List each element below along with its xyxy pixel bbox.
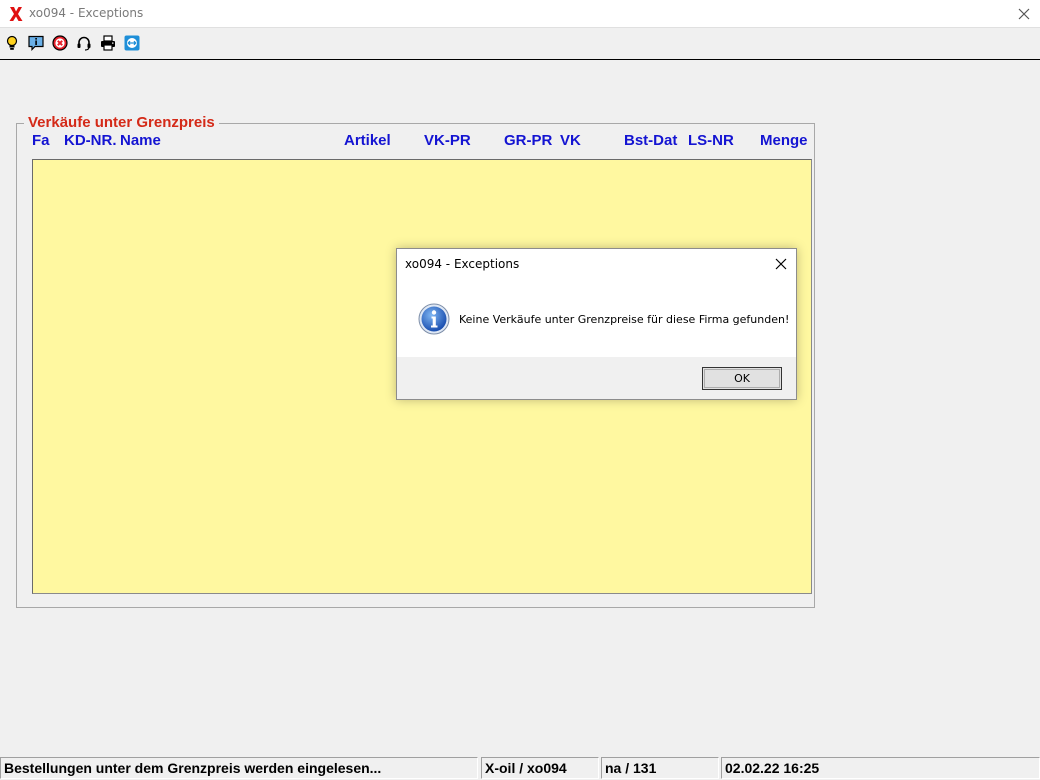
title-bar: xo094 - Exceptions bbox=[0, 0, 1040, 28]
dialog-title: xo094 - Exceptions bbox=[405, 257, 520, 271]
cancel-icon bbox=[52, 35, 68, 51]
column-header-name: Name bbox=[120, 132, 161, 149]
printer-icon bbox=[101, 35, 115, 51]
status-datetime: 02.02.22 16:25 bbox=[721, 757, 1040, 779]
lightbulb-icon bbox=[6, 35, 18, 50]
status-app: X-oil / xo094 bbox=[481, 757, 599, 779]
column-header-menge: Menge bbox=[760, 132, 808, 149]
column-header-ls-nr: LS-NR bbox=[688, 132, 734, 149]
group-title: Verkäufe unter Grenzpreis bbox=[24, 114, 219, 131]
close-icon bbox=[775, 258, 787, 270]
dialog-footer: OK bbox=[397, 357, 796, 399]
column-header-vk: VK bbox=[560, 132, 581, 149]
status-bar: Bestellungen unter dem Grenzpreis werden… bbox=[0, 756, 1040, 780]
cancel-button[interactable] bbox=[51, 34, 69, 52]
status-message: Bestellungen unter dem Grenzpreis werden… bbox=[0, 757, 478, 779]
close-icon bbox=[1018, 8, 1030, 20]
column-header-fa: Fa bbox=[32, 132, 50, 149]
support-button[interactable] bbox=[75, 34, 93, 52]
dialog-close-button[interactable] bbox=[771, 255, 791, 273]
lightbulb-button[interactable] bbox=[3, 34, 21, 52]
column-header-kd-nr: KD-NR. bbox=[64, 132, 117, 149]
headset-icon bbox=[77, 36, 91, 51]
info-message-icon bbox=[28, 35, 44, 51]
window-close-button[interactable] bbox=[1013, 3, 1035, 25]
status-user: na / 131 bbox=[601, 757, 719, 779]
info-message-button[interactable] bbox=[27, 34, 45, 52]
column-header-artikel: Artikel bbox=[344, 132, 391, 149]
ok-button[interactable]: OK bbox=[702, 367, 782, 390]
column-header-bst-dat: Bst-Dat bbox=[624, 132, 678, 149]
print-button[interactable] bbox=[99, 34, 117, 52]
app-logo-icon bbox=[9, 7, 23, 21]
column-header-vk-pr: VK-PR bbox=[424, 132, 471, 149]
window-title: xo094 - Exceptions bbox=[29, 6, 144, 20]
toolbar bbox=[0, 28, 1040, 60]
info-icon bbox=[418, 303, 450, 335]
remote-support-button[interactable] bbox=[123, 34, 141, 52]
dialog-message: Keine Verkäufe unter Grenzpreise für die… bbox=[459, 313, 790, 326]
remote-support-icon bbox=[124, 35, 140, 51]
column-header-gr-pr: GR-PR bbox=[504, 132, 553, 149]
message-dialog: xo094 - Exceptions Keine Verkäufe unter … bbox=[396, 248, 797, 400]
